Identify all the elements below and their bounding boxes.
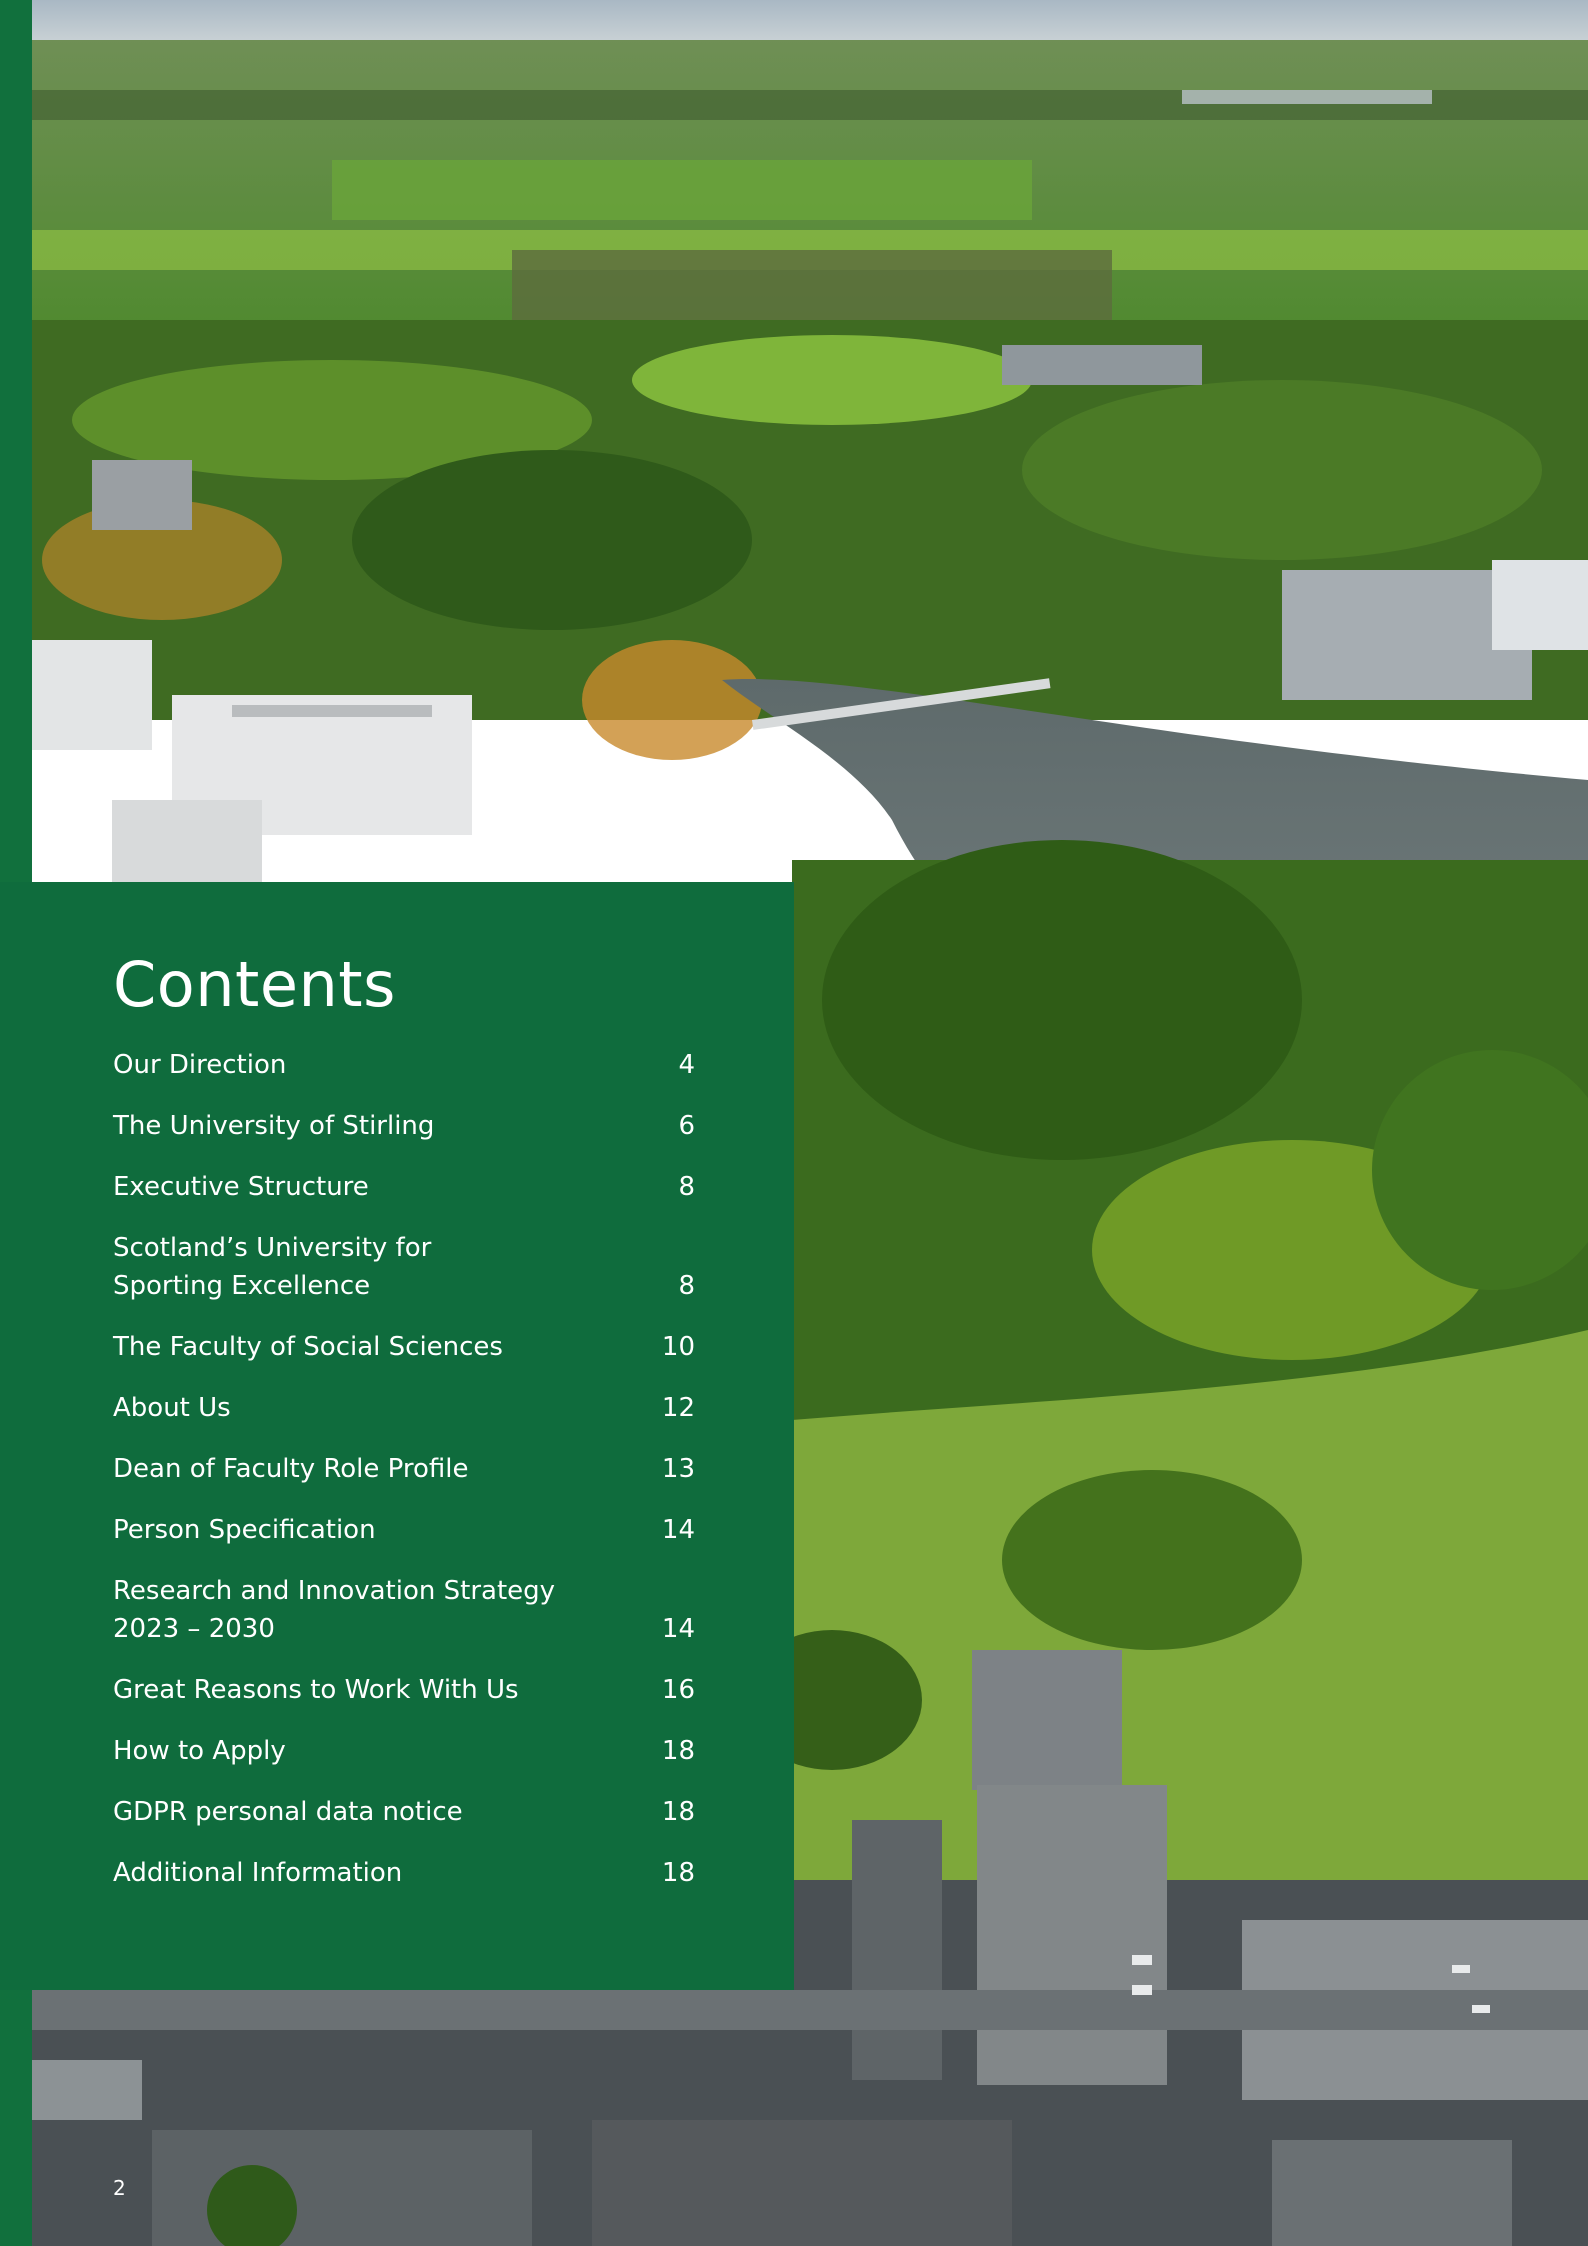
toc-page-number: 14 [661, 1614, 695, 1644]
contents-panel: Contents Our Direction 4 The University … [0, 882, 794, 1990]
toc-page-number: 18 [661, 1736, 695, 1766]
toc-label: GDPR personal data notice [113, 1797, 463, 1827]
toc-item-research-innovation-strategy[interactable]: Research and Innovation Strategy 2023 – … [113, 1572, 695, 1648]
toc-item-university-of-stirling[interactable]: The University of Stirling 6 [113, 1107, 695, 1145]
contents-title: Contents [113, 948, 396, 1021]
page-number: 2 [113, 2176, 126, 2200]
toc-item-sporting-excellence[interactable]: Scotland’s University for Sporting Excel… [113, 1229, 695, 1305]
toc-label: The Faculty of Social Sciences [113, 1332, 503, 1362]
toc-item-executive-structure[interactable]: Executive Structure 8 [113, 1168, 695, 1206]
toc-label: How to Apply [113, 1736, 286, 1766]
document-page: Contents Our Direction 4 The University … [0, 0, 1588, 2246]
toc-label: Great Reasons to Work With Us [113, 1675, 519, 1705]
toc-page-number: 18 [661, 1797, 695, 1827]
toc-item-great-reasons[interactable]: Great Reasons to Work With Us 16 [113, 1671, 695, 1709]
toc-label: Scotland’s University for Sporting Excel… [113, 1233, 432, 1301]
toc-page-number: 12 [661, 1393, 695, 1423]
toc-item-additional-information[interactable]: Additional Information 18 [113, 1854, 695, 1892]
toc-label: Executive Structure [113, 1172, 369, 1202]
toc-item-faculty-of-social-sciences[interactable]: The Faculty of Social Sciences 10 [113, 1328, 695, 1366]
toc-label: Dean of Faculty Role Profile [113, 1454, 469, 1484]
toc-label: Person Specification [113, 1515, 376, 1545]
toc-page-number: 10 [661, 1332, 695, 1362]
toc-item-dean-role-profile[interactable]: Dean of Faculty Role Profile 13 [113, 1450, 695, 1488]
toc-page-number: 6 [678, 1111, 695, 1141]
toc-item-gdpr-notice[interactable]: GDPR personal data notice 18 [113, 1793, 695, 1831]
toc-label: Research and Innovation Strategy 2023 – … [113, 1576, 556, 1644]
toc-page-number: 16 [661, 1675, 695, 1705]
toc-page-number: 8 [678, 1172, 695, 1202]
toc-page-number: 8 [678, 1271, 695, 1301]
toc-page-number: 18 [661, 1858, 695, 1888]
toc-page-number: 13 [661, 1454, 695, 1484]
toc-label: The University of Stirling [113, 1111, 435, 1141]
toc-page-number: 14 [661, 1515, 695, 1545]
toc-item-our-direction[interactable]: Our Direction 4 [113, 1046, 695, 1084]
toc-item-how-to-apply[interactable]: How to Apply 18 [113, 1732, 695, 1770]
toc-page-number: 4 [678, 1050, 695, 1080]
toc-item-about-us[interactable]: About Us 12 [113, 1389, 695, 1427]
toc-item-person-specification[interactable]: Person Specification 14 [113, 1511, 695, 1549]
toc-label: Our Direction [113, 1050, 287, 1080]
table-of-contents: Our Direction 4 The University of Stirli… [113, 1046, 695, 1915]
toc-label: About Us [113, 1393, 231, 1423]
toc-label: Additional Information [113, 1858, 403, 1888]
